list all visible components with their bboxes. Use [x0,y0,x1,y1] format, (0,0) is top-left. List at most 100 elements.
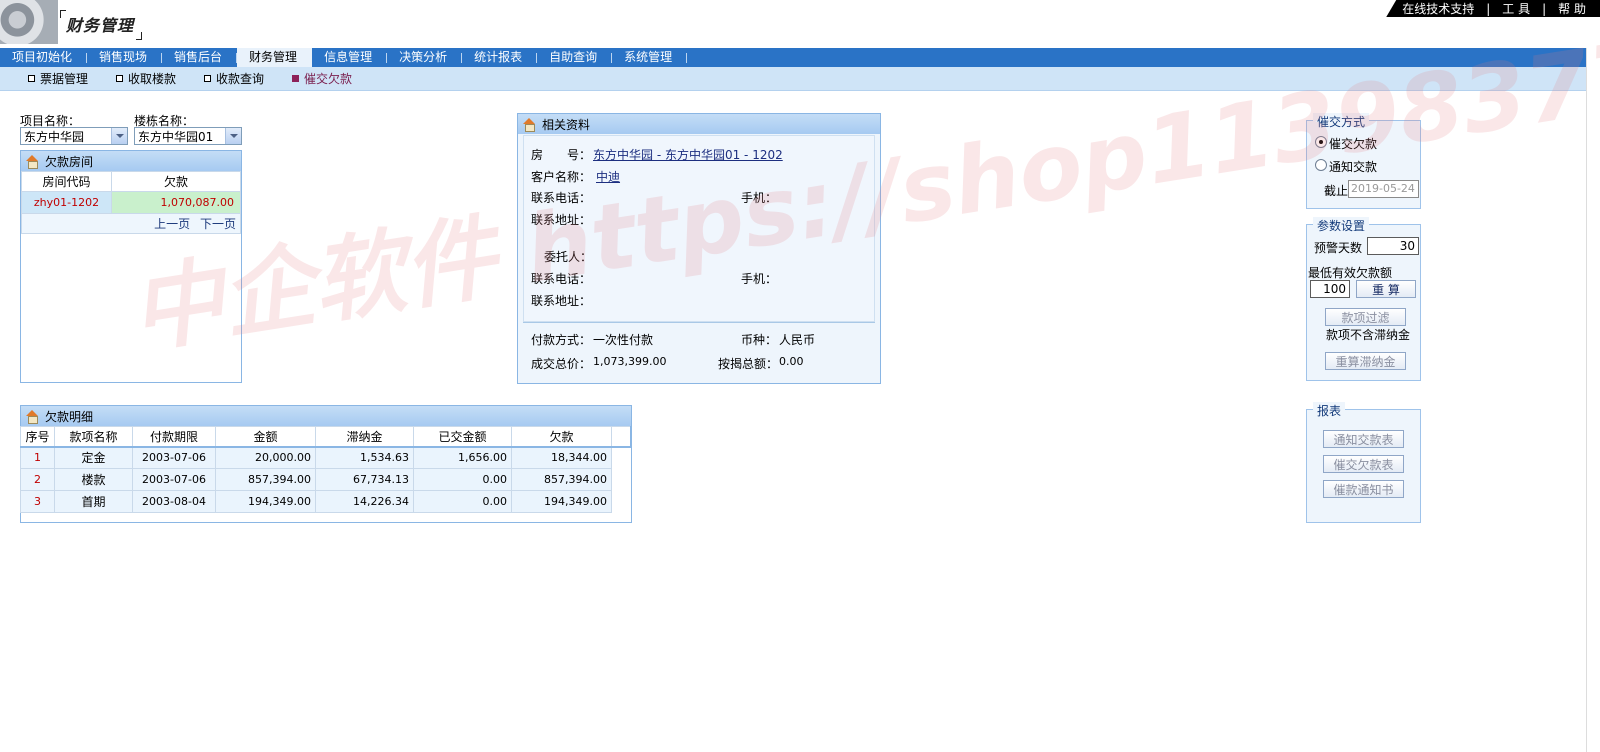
filter-items-button[interactable]: 款项过滤 [1325,308,1406,326]
related-info-header: 相关资料 [518,114,880,134]
nav-item-self-query[interactable]: 自助查询 [537,48,613,67]
room-code-cell: zhy01-1202 [21,191,112,214]
related-info-panel: 相关资料 房 号： 东方中华园 - 东方中华园01 - 1202 客户名称： 中… [517,113,881,384]
agent-label: 委托人： [544,250,593,264]
params-fieldset: 参数设置 预警天数 30 最低有效欠款额 100 重 算 款项过滤 款项不含滞纳… [1306,217,1421,381]
total-label: 成交总价： [531,357,592,371]
arrears-rooms-panel: 欠款房间 房间代码 欠款 zhy01-1202 1,070,087.00 上一页… [20,150,242,383]
subnav-item-collect[interactable]: 收取楼款 [116,70,176,87]
radio-urge-label: 催交欠款 [1329,137,1378,151]
warn-days-input[interactable]: 30 [1367,237,1419,255]
recalc-late-fee-button[interactable]: 重算滞纳金 [1325,352,1406,370]
cutoff-label: 截止 [1324,184,1349,198]
column-header: 欠款 [111,171,241,192]
logo-image [0,0,58,44]
payment-label: 付款方式： [531,333,592,347]
nav-item-reports[interactable]: 统计报表 [462,48,538,67]
address-label: 联系地址： [531,213,592,227]
square-bullet-icon [204,75,212,82]
column-header: 款项名称 [54,426,133,447]
column-header: 已交金额 [413,426,512,447]
arrears-rooms-header: 欠款房间 [21,151,241,171]
urge-notice-button[interactable]: 催款通知书 [1323,480,1404,498]
arrears-detail-panel: 欠款明细 序号 款项名称 付款期限 金额 滞纳金 已交金额 欠款 1 定金 20… [20,405,632,523]
recalc-button[interactable]: 重 算 [1356,280,1416,298]
tools-link[interactable]: 工 具 [1502,0,1530,17]
sub-nav: 票据管理 收取楼款 收款查询 催交欠款 [0,67,1600,91]
online-support-link[interactable]: 在线技术支持 [1402,0,1474,17]
subnav-item-urge[interactable]: 催交欠款 [292,70,352,87]
customer-link[interactable]: 中迪 [596,168,620,185]
nav-item-finance[interactable]: 财务管理 [237,48,313,67]
mobile-label: 手机： [741,191,778,205]
subnav-item-bills[interactable]: 票据管理 [28,70,88,87]
nav-item-sales-backend[interactable]: 销售后台 [162,48,238,67]
main-nav: 项目初始化 销售现场 销售后台 财务管理 信息管理 决策分析 统计报表 自助查询… [0,48,1600,67]
house-icon [25,154,39,169]
table-row[interactable]: 3 首期 2003-08-04 194,349.00 14,226.34 0.0… [20,490,631,513]
column-header: 欠款 [511,426,612,447]
prev-page-link[interactable]: 上一页 [154,217,190,231]
square-bullet-icon [292,75,300,82]
urge-method-legend: 催交方式 [1313,113,1370,130]
column-header: 序号 [20,426,55,447]
cutoff-date-field[interactable]: 2019-05-24 [1348,180,1419,198]
column-header: 房间代码 [21,171,112,192]
room-link[interactable]: 东方中华园 - 东方中华园01 - 1202 [593,146,783,163]
project-select[interactable]: 东方中华园 [20,127,128,145]
house-icon [25,409,39,424]
scrollbar[interactable] [1586,48,1600,752]
exclude-late-fee-note: 款项不含滞纳金 [1326,328,1411,342]
nav-item-system[interactable]: 系统管理 [612,48,688,67]
divider [523,322,875,323]
min-amount-label: 最低有效欠款额 [1308,266,1393,280]
params-legend: 参数设置 [1313,217,1370,234]
reports-legend: 报表 [1313,402,1346,419]
address2-label: 联系地址： [531,294,592,308]
subnav-item-query[interactable]: 收款查询 [204,70,264,87]
mortgage-value: 0.00 [779,355,804,368]
building-select[interactable]: 东方中华园01 [134,127,242,145]
finance-page: 财务管理 在线技术支持 | 工 具 | 帮 助 项目初始化 销售现场 销售后台 … [0,0,1600,752]
top-links: 在线技术支持 | 工 具 | 帮 助 [1386,0,1600,17]
customer-label: 客户名称： [531,170,592,184]
arrears-rooms-table: 房间代码 欠款 zhy01-1202 1,070,087.00 上一页 下一页 [21,171,241,234]
notify-payment-report-button[interactable]: 通知交款表 [1323,430,1404,448]
currency-value: 人民币 [779,333,816,347]
column-header: 滞纳金 [315,426,414,447]
table-row[interactable]: 1 定金 2003-07-06 20,000.00 1,534.63 1,656… [20,446,631,469]
reports-fieldset: 报表 通知交款表 催交欠款表 催款通知书 [1306,402,1421,523]
app-header: 财务管理 在线技术支持 | 工 具 | 帮 助 [0,0,1600,48]
phone-label: 联系电话： [531,191,592,205]
nav-item-sales-floor[interactable]: 销售现场 [87,48,163,67]
arrears-detail-table: 序号 款项名称 付款期限 金额 滞纳金 已交金额 欠款 1 定金 2003-07… [20,426,632,513]
room-label: 房 号： [531,148,592,162]
mortgage-label: 按揭总额： [718,357,779,371]
house-icon [522,117,536,132]
table-row[interactable]: 2 楼款 2003-07-06 857,394.00 67,734.13 0.0… [20,468,631,491]
nav-item-project-init[interactable]: 项目初始化 [0,48,88,67]
urge-method-fieldset: 催交方式 催交欠款 通知交款 截止 2019-05-24 [1306,113,1421,209]
nav-item-info[interactable]: 信息管理 [312,48,388,67]
urge-arrears-report-button[interactable]: 催交欠款表 [1323,455,1404,473]
chevron-down-icon [225,128,241,144]
nav-item-decision[interactable]: 决策分析 [387,48,463,67]
page-title: 财务管理 [60,10,143,40]
help-link[interactable]: 帮 助 [1558,0,1586,17]
square-bullet-icon [116,75,124,82]
total-value: 1,073,399.00 [593,355,667,368]
radio-notify[interactable] [1315,159,1327,171]
mobile2-label: 手机： [741,272,778,286]
square-bullet-icon [28,75,35,82]
arrears-detail-header: 欠款明细 [21,406,631,426]
radio-notify-label: 通知交款 [1329,160,1378,174]
column-header: 付款期限 [132,426,216,447]
radio-urge[interactable] [1315,136,1327,148]
chevron-down-icon [111,128,127,144]
phone2-label: 联系电话： [531,272,592,286]
next-page-link[interactable]: 下一页 [200,217,236,231]
table-row[interactable]: zhy01-1202 1,070,087.00 [21,191,241,214]
min-amount-input[interactable]: 100 [1310,280,1350,298]
column-header: 金额 [215,426,316,447]
room-amount-cell: 1,070,087.00 [111,191,241,214]
